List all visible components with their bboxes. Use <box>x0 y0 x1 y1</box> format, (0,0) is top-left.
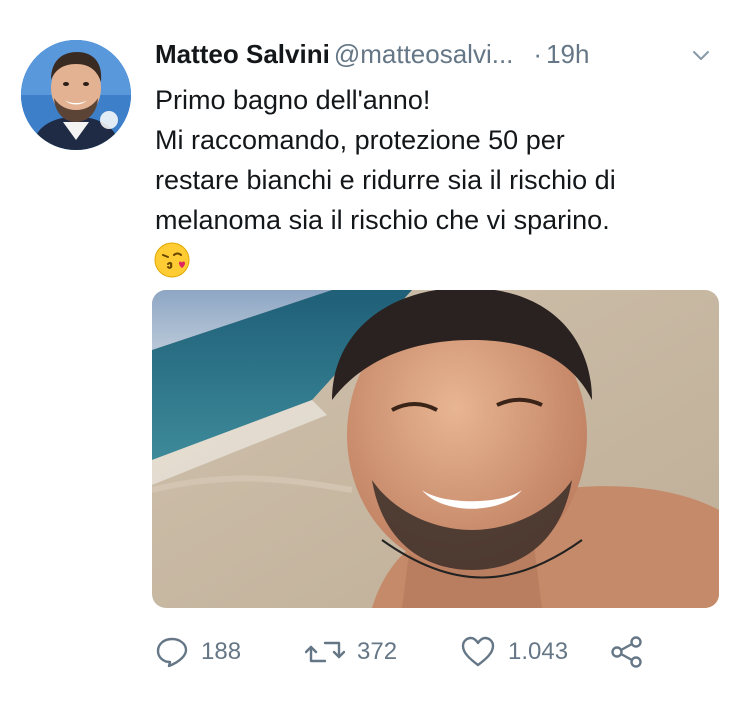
share-button[interactable] <box>609 630 645 674</box>
display-name[interactable]: Matteo Salvini <box>155 39 330 69</box>
like-count: 1.043 <box>508 638 569 665</box>
like-button[interactable]: 1.043 <box>460 630 568 674</box>
timestamp[interactable]: 19h <box>546 39 589 69</box>
face-throwing-kiss-emoji <box>154 242 190 278</box>
separator-dot: · <box>533 39 543 69</box>
avatar[interactable] <box>21 40 131 150</box>
heart-outline-icon <box>461 636 495 667</box>
tweet-actions: 188 372 1.043 <box>155 630 715 674</box>
share-nodes-icon <box>611 636 642 668</box>
chevron-down-icon[interactable] <box>689 44 713 68</box>
tweet[interactable]: Matteo Salvini @matteosalvi... · 19h Primo … <box>0 0 737 701</box>
reply-button[interactable]: 188 <box>155 630 241 674</box>
tweet-text-line: restare bianchi e ridurre sia il rischio… <box>155 165 616 195</box>
retweet-count: 372 <box>357 638 398 665</box>
tweet-media-photo[interactable] <box>152 290 719 608</box>
tweet-text: Primo bagno dell'anno! Mi raccomando, pr… <box>155 80 725 240</box>
tweet-text-line: Mi raccomando, protezione 50 per <box>155 125 565 155</box>
reply-count: 188 <box>201 638 242 665</box>
retweet-arrows-icon <box>305 641 345 663</box>
avatar-photo <box>21 40 131 150</box>
user-handle[interactable]: @matteosalvi... <box>334 39 514 69</box>
retweet-button[interactable]: 372 <box>305 630 397 674</box>
tweet-text-line: melanoma sia il rischio che vi sparino. <box>155 205 610 235</box>
tweet-header: Matteo Salvini @matteosalvi... · 19h <box>155 36 725 72</box>
speech-bubble-icon <box>156 637 188 668</box>
beach-selfie-photo <box>152 290 719 608</box>
tweet-text-line: Primo bagno dell'anno! <box>155 85 431 115</box>
